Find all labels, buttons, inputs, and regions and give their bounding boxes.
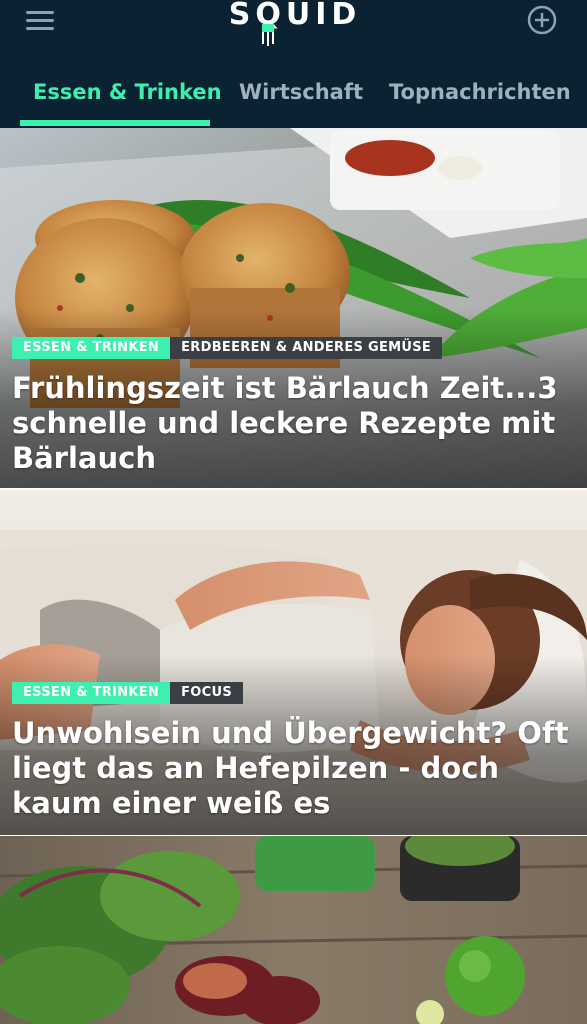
tab-wirtschaft[interactable]: Wirtschaft bbox=[239, 80, 363, 104]
tag-row: ESSEN & TRINKEN ERDBEEREN & ANDERES GEMÜ… bbox=[12, 337, 443, 359]
app-header: SQUID Essen & Trinken Wirtschaft Topnach… bbox=[0, 0, 587, 128]
topic-tag[interactable]: FOCUS bbox=[170, 682, 244, 704]
article-card[interactable] bbox=[0, 836, 587, 1024]
article-title[interactable]: Frühlingszeit ist Bärlauch Zeit...3 schn… bbox=[12, 371, 572, 476]
hamburger-menu-icon[interactable] bbox=[26, 11, 54, 31]
plus-circle-icon[interactable] bbox=[527, 5, 557, 35]
active-tab-indicator bbox=[20, 120, 210, 126]
article-card[interactable]: ESSEN & TRINKEN FOCUS Unwohlsein und Übe… bbox=[0, 490, 587, 835]
tab-topnachrichten[interactable]: Topnachrichten bbox=[389, 80, 571, 104]
tag-row: ESSEN & TRINKEN FOCUS bbox=[12, 682, 244, 704]
app-logo[interactable]: SQUID bbox=[200, 0, 390, 52]
category-tag[interactable]: ESSEN & TRINKEN bbox=[12, 337, 171, 359]
article-title[interactable]: Unwohlsein und Übergewicht? Oft liegt da… bbox=[12, 716, 572, 821]
tab-essen-trinken[interactable]: Essen & Trinken bbox=[33, 80, 222, 104]
squid-icon bbox=[262, 24, 274, 46]
app-screen: SQUID Essen & Trinken Wirtschaft Topnach… bbox=[0, 0, 587, 1024]
article-image bbox=[0, 836, 587, 1024]
category-tabs: Essen & Trinken Wirtschaft Topnachrichte… bbox=[0, 64, 587, 128]
logo-text: SQUID bbox=[228, 0, 362, 32]
article-card[interactable]: ESSEN & TRINKEN ERDBEEREN & ANDERES GEMÜ… bbox=[0, 128, 587, 488]
category-tag[interactable]: ESSEN & TRINKEN bbox=[12, 682, 171, 704]
topic-tag[interactable]: ERDBEEREN & ANDERES GEMÜSE bbox=[170, 337, 443, 359]
